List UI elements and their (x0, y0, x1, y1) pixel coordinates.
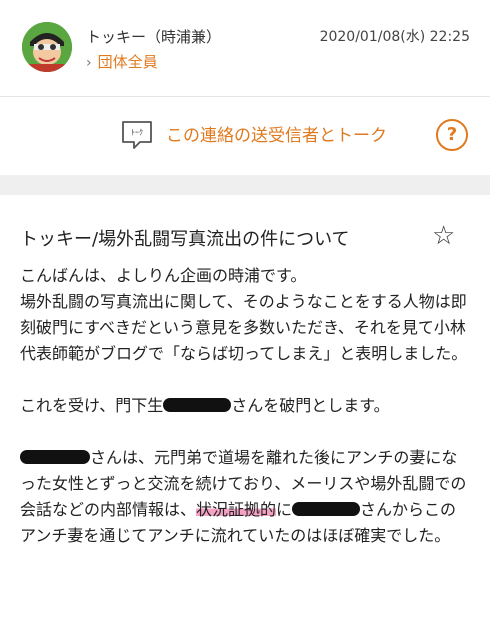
talk-icon-text: ﾄｰｸ (131, 128, 143, 137)
talk-with-participants-link[interactable]: この連絡の送受信者とトーク (166, 121, 387, 146)
message-content: トッキー/場外乱闘写真流出の件について ☆ こんばんは、よしりん企画の時浦です。… (0, 195, 490, 549)
message-body: こんばんは、よしりん企画の時浦です。 場外乱闘の写真流出に関して、そのようなこと… (20, 263, 470, 549)
star-icon[interactable]: ☆ (432, 219, 455, 253)
paragraph-details: さんは、元門弟で道場を離れた後にアンチの妻になった女性とずっと交流を続けており、… (20, 445, 470, 549)
recipient-label: 団体全員 (97, 53, 158, 71)
announcement-text-start: これを受け、門下生 (20, 396, 164, 415)
message-timestamp: 2020/01/08(水) 22:25 (319, 29, 470, 45)
sender-name: トッキー（時浦兼） (86, 28, 222, 46)
sender-avatar[interactable] (22, 22, 72, 72)
highlighted-phrase: 状況証拠的 (196, 500, 277, 519)
talk-bubble-icon[interactable]: ﾄｰｸ (120, 120, 154, 150)
help-icon[interactable]: ? (436, 119, 468, 151)
redacted-name (20, 449, 90, 464)
redacted-name (292, 501, 361, 516)
paragraph-greeting: こんばんは、よしりん企画の時浦です。 (20, 266, 307, 285)
message-title: トッキー/場外乱闘写真流出の件について (20, 229, 350, 250)
section-divider (0, 175, 490, 195)
paragraph-background: 場外乱闘の写真流出に関して、そのようなことをする人物は即刻破門にすべきだという意… (20, 292, 468, 363)
talk-row: ﾄｰｸ この連絡の送受信者とトーク ? (0, 97, 490, 175)
chevron-right-icon: › (86, 55, 92, 71)
announcement-text-end: さんを破門とします。 (231, 396, 390, 415)
message-header: トッキー（時浦兼） › 団体全員 2020/01/08(水) 22:25 (0, 0, 490, 97)
recipient-link[interactable]: › 団体全員 (86, 51, 158, 72)
details-text-2: に (276, 500, 293, 519)
redacted-name (163, 397, 232, 412)
paragraph-announcement: これを受け、門下生 さんを破門とします。 (20, 393, 470, 419)
